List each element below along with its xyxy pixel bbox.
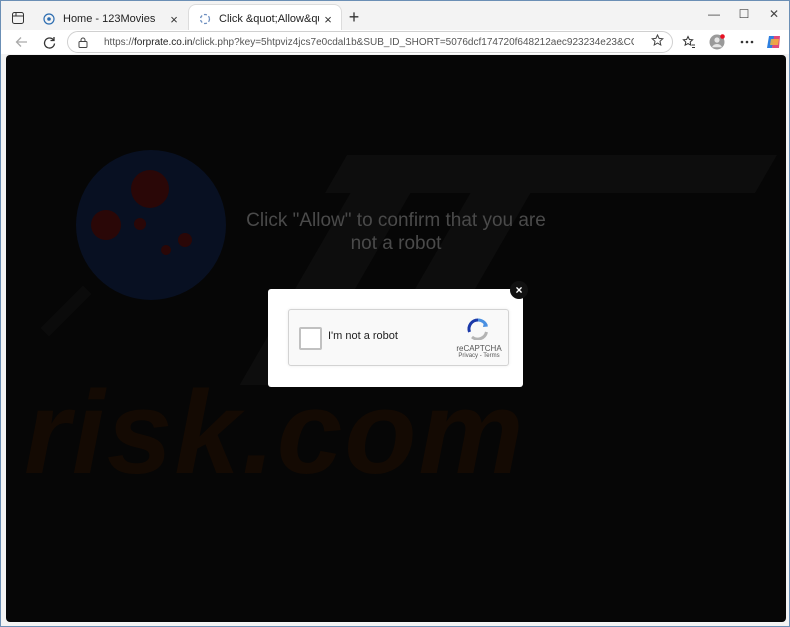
new-tab-button[interactable]: +: [345, 8, 363, 27]
refresh-button[interactable]: [39, 33, 59, 51]
url-text: https://forprate.co.in/click.php?key=5ht…: [104, 37, 634, 48]
tab-title: Home - 123Movies: [63, 13, 156, 25]
tab-title: Click &quot;Allow&quot;: [219, 13, 319, 25]
arrow-left-icon: [15, 37, 27, 47]
tab-strip: Home - 123Movies × Click &quot;Allow&quo…: [1, 1, 789, 33]
watermark-dot: [178, 233, 192, 247]
recaptcha-privacy-terms-links[interactable]: Privacy - Terms: [446, 353, 512, 359]
captcha-checkbox[interactable]: [299, 327, 322, 350]
watermark-handle: [40, 285, 92, 337]
url-path: /click.php?key=5htpviz4jcs7e0cdal1b&SUB_…: [192, 36, 634, 48]
browser-window: Home - 123Movies × Click &quot;Allow&quo…: [0, 0, 790, 627]
page-headline: Click "Allow" to confirm that you are no…: [246, 210, 546, 254]
close-window-button[interactable]: ✕: [759, 7, 789, 27]
copilot-icon[interactable]: [766, 34, 782, 50]
watermark-dot: [131, 170, 169, 208]
tab-actions-icon[interactable]: [7, 8, 29, 28]
toolbar: https://forprate.co.in/click.php?key=5ht…: [1, 30, 789, 54]
captcha-popup: I'm not a robot reCAPTCHA Privacy - Term…: [268, 289, 523, 387]
globe-icon: [43, 13, 55, 25]
favorite-star-icon[interactable]: [651, 33, 664, 52]
tab-close-button[interactable]: ×: [165, 12, 183, 27]
more-menu-icon[interactable]: [739, 34, 755, 50]
refresh-icon: [43, 36, 55, 49]
popup-close-button[interactable]: ×: [510, 281, 528, 299]
recaptcha-brand: reCAPTCHA: [456, 344, 502, 353]
site-info-icon[interactable]: [78, 37, 92, 48]
profile-avatar-icon[interactable]: [709, 34, 725, 50]
page-content: risk.com Click "Allow" to confirm that y…: [6, 55, 786, 622]
minimize-button[interactable]: —: [699, 7, 729, 27]
tab-click-allow[interactable]: Click &quot;Allow&quot; ×: [189, 5, 341, 33]
recaptcha-logo-icon: [467, 318, 488, 340]
tab-close-button[interactable]: ×: [319, 12, 337, 27]
favorites-icon[interactable]: [681, 34, 697, 50]
watermark-dot: [161, 245, 171, 255]
url-scheme: https://: [104, 36, 135, 48]
watermark-shape: [325, 155, 777, 193]
address-bar[interactable]: https://forprate.co.in/click.php?key=5ht…: [67, 31, 673, 53]
url-host: forprate.co.in: [134, 36, 193, 48]
maximize-button[interactable]: ☐: [729, 7, 759, 27]
captcha-label: I'm not a robot: [328, 330, 398, 342]
watermark-dot: [91, 210, 121, 240]
recaptcha-widget: I'm not a robot reCAPTCHA Privacy - Term…: [288, 309, 509, 366]
tab-home-123movies[interactable]: Home - 123Movies ×: [33, 5, 187, 33]
loading-icon: [199, 13, 211, 25]
watermark-dot: [134, 218, 146, 230]
back-button[interactable]: [11, 33, 31, 51]
